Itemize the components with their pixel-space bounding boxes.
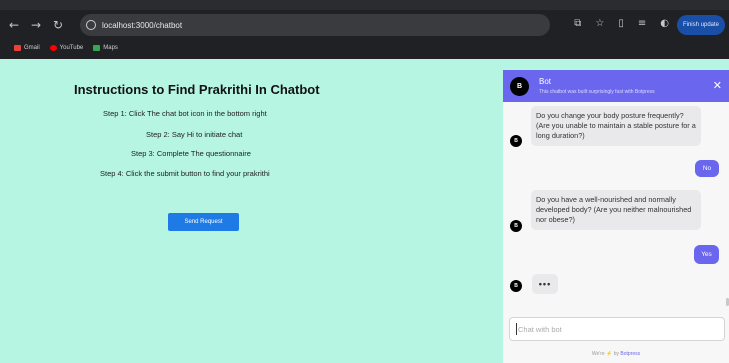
bookmark-gmail[interactable]: Gmail xyxy=(14,44,40,51)
bot-message-avatar: B xyxy=(510,135,522,147)
cast-icon[interactable]: ⧉ xyxy=(574,18,581,29)
address-bar[interactable]: localhost:3000/chatbot xyxy=(80,14,550,36)
bookmark-star-icon[interactable]: ☆ xyxy=(595,18,604,29)
maps-icon xyxy=(93,44,101,51)
bot-message: Do you have a well-nourished and normall… xyxy=(531,190,701,230)
bot-avatar: B xyxy=(510,77,529,96)
bot-message-avatar: B xyxy=(510,220,522,232)
forward-icon[interactable]: → xyxy=(28,18,44,32)
page-title: Instructions to Find Prakrithi In Chatbo… xyxy=(74,82,320,97)
url-text: localhost:3000/chatbot xyxy=(102,20,183,30)
footer-prefix: We're xyxy=(591,351,607,357)
extensions-icon[interactable]: ▯ xyxy=(618,18,624,29)
botpress-link[interactable]: Botpress xyxy=(620,351,640,357)
chat-widget: B Bot This chatbot was built surprisingl… xyxy=(503,70,729,363)
instruction-step-2: Step 2: Say Hi to initiate chat xyxy=(146,130,243,139)
bookmark-label: Gmail xyxy=(24,44,40,51)
chat-input[interactable]: Chat with bot xyxy=(509,317,725,341)
chat-input-placeholder: Chat with bot xyxy=(518,324,562,334)
instruction-step-1: Step 1: Click The chat bot icon in the b… xyxy=(103,109,267,118)
user-message: No xyxy=(695,160,719,177)
bot-message-avatar: B xyxy=(510,280,522,292)
tab-strip xyxy=(0,0,729,10)
browser-chrome: ← → ↻ localhost:3000/chatbot ⧉ ☆ ▯ ≡ ◐ F… xyxy=(0,0,729,59)
bot-message: Do you change your body posture frequent… xyxy=(531,106,701,146)
typing-indicator: ••• xyxy=(532,274,558,294)
bot-name: Bot xyxy=(539,77,552,86)
site-info-icon[interactable] xyxy=(86,20,96,30)
user-message: Yes xyxy=(694,245,719,264)
bookmark-youtube[interactable]: YouTube xyxy=(49,44,84,51)
reading-list-icon[interactable]: ≡ xyxy=(638,18,646,29)
finish-update-button[interactable]: Finish update xyxy=(676,15,725,35)
reload-icon[interactable]: ↻ xyxy=(50,18,66,32)
bot-subtitle: This chatbot was built surprisingly fast… xyxy=(539,89,655,95)
browser-toolbar: ← → ↻ localhost:3000/chatbot ⧉ ☆ ▯ ≡ ◐ F… xyxy=(0,10,729,40)
instruction-step-3: Step 3: Complete The questionnaire xyxy=(131,149,251,158)
gmail-icon xyxy=(14,44,21,51)
back-icon[interactable]: ← xyxy=(6,18,22,32)
text-caret xyxy=(516,323,517,335)
bookmark-label: YouTube xyxy=(59,44,84,51)
youtube-icon xyxy=(49,44,57,51)
close-icon[interactable]: ✕ xyxy=(713,79,722,92)
send-request-button[interactable]: Send Request xyxy=(168,213,239,231)
instruction-step-4: Step 4: Click the submit button to find … xyxy=(100,169,270,178)
bookmarks-bar: Gmail YouTube Maps xyxy=(0,40,729,55)
chat-header: B Bot This chatbot was built surprisingl… xyxy=(503,70,729,102)
powered-by-footer: We're ⚡ by Botpress xyxy=(503,351,729,357)
bookmark-maps[interactable]: Maps xyxy=(93,44,118,51)
profile-icon[interactable]: ◐ xyxy=(660,18,669,29)
bookmark-label: Maps xyxy=(103,44,118,51)
